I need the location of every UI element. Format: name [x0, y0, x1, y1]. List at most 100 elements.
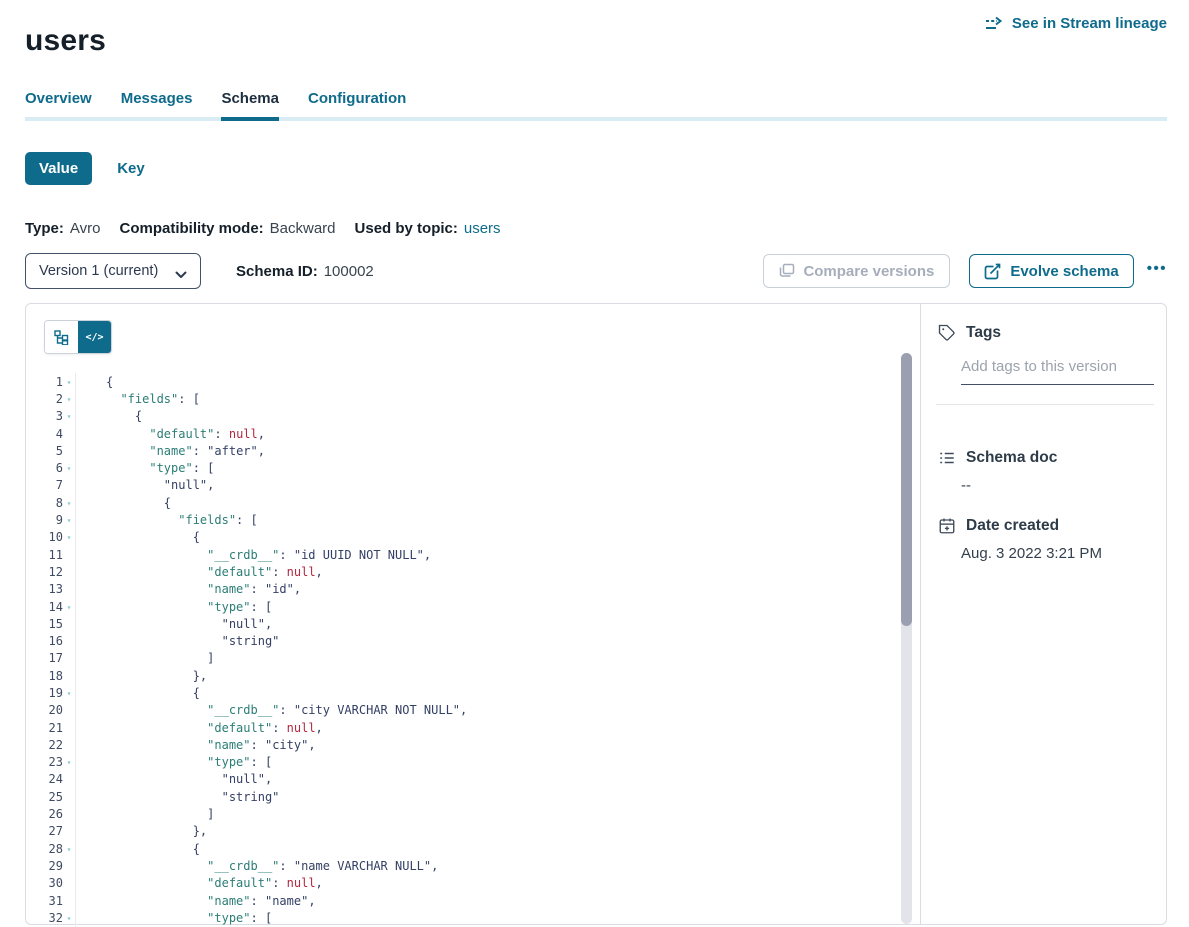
line-number: 27 — [26, 824, 63, 838]
code-line: 29 "__crdb__": "name VARCHAR NULL", — [26, 857, 904, 874]
fold-toggle-icon[interactable]: ▾ — [63, 463, 75, 473]
fold-spacer — [63, 623, 75, 625]
fold-toggle-icon[interactable]: ▾ — [63, 757, 75, 767]
fold-toggle-icon[interactable]: ▾ — [63, 602, 75, 612]
tab-overview[interactable]: Overview — [25, 90, 92, 117]
tab-configuration[interactable]: Configuration — [308, 90, 406, 117]
stream-lineage-label: See in Stream lineage — [1012, 15, 1167, 32]
code-text: "type": [ — [75, 598, 904, 615]
code-line: 12 "default": null, — [26, 563, 904, 580]
line-number: 26 — [26, 807, 63, 821]
code-text: "null", — [75, 477, 904, 494]
code-line: 20 "__crdb__": "city VARCHAR NOT NULL", — [26, 702, 904, 719]
code-line: 22 "name": "city", — [26, 736, 904, 753]
code-line: 3▾ { — [26, 408, 904, 425]
compare-versions-label: Compare versions — [803, 263, 934, 280]
calendar-plus-icon — [938, 517, 956, 535]
tags-heading: Tags — [966, 324, 1001, 342]
fold-toggle-icon[interactable]: ▾ — [63, 394, 75, 404]
code-line: 28▾ { — [26, 840, 904, 857]
version-select[interactable]: Version 1 (current) — [25, 253, 201, 289]
code-view-button[interactable]: </> — [78, 321, 111, 353]
line-number: 28 — [26, 842, 63, 856]
fold-toggle-icon[interactable]: ▾ — [63, 377, 75, 387]
fold-spacer — [63, 744, 75, 746]
fold-toggle-icon[interactable]: ▾ — [63, 532, 75, 542]
fold-spacer — [63, 778, 75, 780]
code-text: { — [75, 840, 904, 857]
code-line: 17 ] — [26, 650, 904, 667]
tree-view-button[interactable] — [45, 321, 78, 353]
key-toggle-link[interactable]: Key — [117, 160, 145, 177]
fold-spacer — [63, 813, 75, 815]
schema-part-toggle: Value Key — [25, 152, 145, 185]
fold-spacer — [63, 865, 75, 867]
more-options-button[interactable]: ••• — [1147, 261, 1167, 282]
line-number: 10 — [26, 530, 63, 544]
code-text: "default": null, — [75, 563, 904, 580]
chevron-down-icon — [175, 267, 187, 275]
code-line: 18 }, — [26, 667, 904, 684]
line-number: 18 — [26, 669, 63, 683]
code-line: 25 "string" — [26, 788, 904, 805]
code-text: "name": "name", — [75, 892, 904, 909]
code-line: 13 "name": "id", — [26, 581, 904, 598]
fold-toggle-icon[interactable]: ▾ — [63, 913, 75, 923]
schema-panel: </> 1▾{2▾ "fields": [3▾ {4 "default": nu… — [25, 303, 1167, 925]
tab-bar: Overview Messages Schema Configuration — [25, 90, 406, 117]
code-text: "name": "after", — [75, 442, 904, 459]
line-number: 25 — [26, 790, 63, 804]
line-number: 1 — [26, 375, 63, 389]
compatibility-mode-label: Compatibility mode: — [119, 220, 263, 237]
line-number: 6 — [26, 461, 63, 475]
code-text: "string" — [75, 632, 904, 649]
line-number: 2 — [26, 392, 63, 406]
stream-lineage-link[interactable]: See in Stream lineage — [985, 15, 1167, 32]
fold-toggle-icon[interactable]: ▾ — [63, 411, 75, 421]
line-number: 32 — [26, 911, 63, 925]
add-tags-input[interactable] — [961, 358, 1154, 385]
fold-toggle-icon[interactable]: ▾ — [63, 688, 75, 698]
evolve-schema-button[interactable]: Evolve schema — [969, 254, 1133, 288]
compare-copies-icon — [779, 263, 795, 279]
line-number: 19 — [26, 686, 63, 700]
fold-toggle-icon[interactable]: ▾ — [63, 498, 75, 508]
line-number: 21 — [26, 721, 63, 735]
schema-doc-section: Schema doc -- — [938, 449, 1151, 494]
schema-sidebar: Tags Schema doc -- — [920, 304, 1166, 924]
code-scrollbar-thumb[interactable] — [901, 353, 912, 626]
fold-spacer — [63, 882, 75, 884]
code-line: 32▾ "type": [ — [26, 909, 904, 926]
compare-versions-button[interactable]: Compare versions — [763, 254, 950, 288]
fold-toggle-icon[interactable]: ▾ — [63, 844, 75, 854]
used-by-topic-link[interactable]: users — [464, 220, 501, 237]
line-number: 12 — [26, 565, 63, 579]
page-title: users — [25, 24, 106, 58]
code-text: "string" — [75, 788, 904, 805]
line-number: 16 — [26, 634, 63, 648]
code-line: 7 "null", — [26, 477, 904, 494]
list-icon — [938, 449, 956, 467]
evolve-schema-label: Evolve schema — [1010, 263, 1118, 280]
code-text: { — [75, 684, 904, 701]
tab-schema[interactable]: Schema — [221, 90, 279, 117]
code-line: 19▾ { — [26, 684, 904, 701]
code-scrollbar-track[interactable] — [901, 353, 912, 924]
code-text: }, — [75, 667, 904, 684]
code-line: 24 "null", — [26, 771, 904, 788]
sidebar-divider — [936, 404, 1154, 405]
schema-doc-heading: Schema doc — [966, 449, 1057, 467]
fold-spacer — [63, 450, 75, 452]
line-number: 20 — [26, 703, 63, 717]
code-text: "name": "city", — [75, 736, 904, 753]
value-toggle-button[interactable]: Value — [25, 152, 92, 185]
fold-spacer — [63, 484, 75, 486]
line-number: 22 — [26, 738, 63, 752]
ellipsis-icon: ••• — [1147, 260, 1167, 277]
fold-spacer — [63, 588, 75, 590]
code-text: "__crdb__": "name VARCHAR NULL", — [75, 857, 904, 874]
schema-code-area: </> 1▾{2▾ "fields": [3▾ {4 "default": nu… — [26, 304, 920, 924]
fold-spacer — [63, 675, 75, 677]
tab-messages[interactable]: Messages — [121, 90, 193, 117]
fold-toggle-icon[interactable]: ▾ — [63, 515, 75, 525]
